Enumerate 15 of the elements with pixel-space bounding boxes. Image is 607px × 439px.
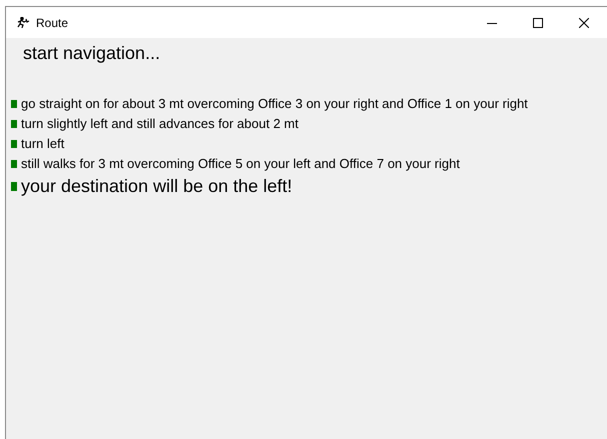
step-text: turn slightly left and still advances for about 2 mt	[21, 115, 298, 134]
bullet-icon	[11, 160, 17, 168]
bullet-icon	[11, 120, 17, 128]
step-text: go straight on for about 3 mt overcoming Office 3 on your right and Office 1 on your right	[21, 95, 528, 114]
bullet-icon	[11, 182, 17, 190]
heading: start navigation...	[23, 42, 160, 64]
bullet-icon	[11, 100, 17, 108]
step-text: turn left	[21, 135, 64, 154]
close-icon	[579, 18, 589, 28]
step-text: still walks for 3 mt overcoming Office 5 on your left and Office 7 on your right	[21, 155, 460, 174]
runner-icon	[17, 17, 30, 28]
step-text: your destination will be on the left!	[21, 174, 292, 198]
maximize-icon	[533, 18, 543, 28]
bullet-icon	[11, 140, 17, 148]
window-title: Route	[36, 14, 68, 32]
